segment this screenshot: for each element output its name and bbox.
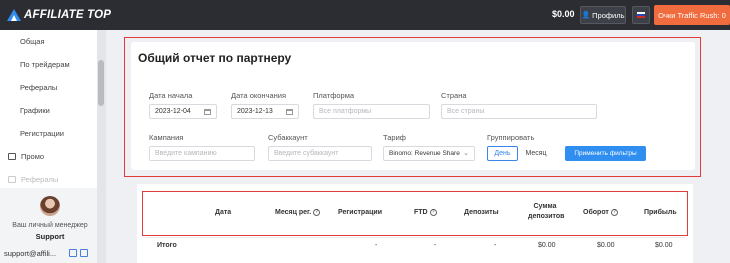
- manager-label: Ваш личный менеджер: [12, 222, 88, 229]
- calendar-icon: [286, 109, 293, 115]
- tariff-value: Binomo: Revenue Share: [389, 150, 460, 157]
- sidebar-item-charts[interactable]: Графики: [20, 106, 50, 115]
- page-title: Общий отчет по партнеру: [138, 51, 292, 65]
- avatar: [40, 196, 60, 216]
- faded-icon: [8, 176, 16, 183]
- traffic-rush-button[interactable]: Очки Traffic Rush: 0: [654, 5, 730, 25]
- flag-ru-icon: [637, 12, 645, 18]
- start-date-label: Дата начала: [149, 91, 193, 100]
- column-header-registrations[interactable]: Регистрации: [338, 209, 382, 216]
- total-row-label: Итого: [157, 242, 177, 249]
- help-icon[interactable]: ?: [429, 209, 437, 216]
- total-turnover: $0.00: [597, 242, 615, 249]
- end-date-input[interactable]: 2023-12-13: [231, 104, 299, 119]
- platform-label: Платформа: [313, 91, 355, 100]
- column-header-deposits[interactable]: Депозиты: [464, 209, 499, 216]
- balance: $0.00: [552, 9, 575, 19]
- column-header-ftd[interactable]: FTD?: [414, 209, 437, 216]
- column-header-deposits-label: Депозиты: [464, 209, 499, 216]
- start-date-input[interactable]: 2023-12-04: [149, 104, 217, 119]
- total-registrations: -: [375, 242, 378, 249]
- help-icon[interactable]: ?: [313, 209, 321, 216]
- column-header-registrations-label: Регистрации: [338, 209, 383, 216]
- profile-label: Профиль: [592, 10, 625, 20]
- end-date-value: 2023-12-13: [237, 108, 273, 115]
- calendar-icon: [204, 109, 211, 115]
- platform-placeholder: Все платформы: [319, 108, 372, 115]
- column-header-date[interactable]: Дата: [215, 209, 231, 216]
- chevron-down-icon: ⌄: [463, 150, 469, 157]
- tariff-label: Тариф: [383, 133, 406, 142]
- column-header-profit-label: Прибыль: [644, 209, 677, 216]
- sidebar-scrollbar[interactable]: [98, 60, 104, 106]
- column-header-deposit-sum-line2: депозитов: [528, 213, 565, 220]
- faded-label: Рефералы: [21, 175, 59, 184]
- logo-triangle-icon: [6, 8, 22, 22]
- column-header-turnover-label: Оборот: [583, 209, 609, 216]
- column-header-reg-month[interactable]: Месяц рег.?: [275, 209, 321, 216]
- language-button[interactable]: [632, 6, 650, 24]
- column-header-ftd-label: FTD: [414, 209, 428, 216]
- total-profit: $0.00: [655, 242, 673, 249]
- image-icon: [8, 153, 16, 160]
- mail-icon[interactable]: [80, 249, 88, 257]
- subaccount-label: Субаккаунт: [268, 133, 308, 142]
- group-month-button[interactable]: Месяц: [518, 146, 554, 161]
- logo-text: AFFILIATE TOP: [24, 9, 112, 21]
- total-ftd: -: [434, 242, 437, 249]
- promo-label: Промо: [21, 152, 45, 161]
- column-header-deposit-sum[interactable]: Сумма депозитов: [528, 203, 565, 220]
- sidebar-item-general[interactable]: Общая: [20, 37, 45, 46]
- subaccount-placeholder: Введите субаккаунт: [274, 150, 339, 157]
- total-deposits: -: [494, 242, 497, 249]
- end-date-label: Дата окончания: [231, 91, 287, 100]
- start-date-value: 2023-12-04: [155, 108, 191, 115]
- sidebar-item-promo[interactable]: Промо: [8, 152, 44, 161]
- sidebar-item-referrals-faded[interactable]: Рефералы: [8, 175, 58, 184]
- sidebar-item-by-traders[interactable]: По трейдерам: [20, 60, 70, 69]
- manager-email: support@affili...: [4, 249, 57, 258]
- column-header-deposit-sum-line1: Сумма: [533, 203, 557, 210]
- column-header-date-label: Дата: [215, 209, 232, 216]
- profile-button[interactable]: 👤 Профиль: [580, 6, 626, 24]
- group-label: Группировать: [487, 133, 535, 142]
- user-icon: 👤: [581, 12, 591, 19]
- campaign-label: Кампания: [149, 133, 184, 142]
- platform-select[interactable]: Все платформы: [313, 104, 430, 119]
- country-select[interactable]: Все страны: [441, 104, 597, 119]
- logo[interactable]: AFFILIATE TOP: [6, 6, 111, 24]
- column-header-reg-month-label: Месяц рег.: [275, 209, 312, 216]
- row-divider: [145, 237, 685, 238]
- column-header-profit[interactable]: Прибыль: [644, 209, 677, 216]
- apply-filters-button[interactable]: Применить фильтры: [565, 146, 646, 161]
- help-icon[interactable]: ?: [610, 209, 618, 216]
- total-deposit-sum: $0.00: [538, 242, 556, 249]
- campaign-placeholder: Введите кампанию: [155, 150, 217, 157]
- sidebar-item-registrations[interactable]: Регистрации: [20, 129, 64, 138]
- copy-icon[interactable]: [69, 249, 77, 257]
- subaccount-input[interactable]: Введите субаккаунт: [268, 146, 372, 161]
- manager-name: Support: [35, 232, 65, 241]
- group-day-button[interactable]: День: [487, 146, 518, 161]
- sidebar-item-referrals[interactable]: Рефералы: [20, 83, 57, 92]
- tariff-select[interactable]: Binomo: Revenue Share ⌄: [383, 146, 475, 161]
- column-header-turnover[interactable]: Оборот?: [583, 209, 618, 216]
- campaign-input[interactable]: Введите кампанию: [149, 146, 255, 161]
- country-label: Страна: [441, 91, 467, 100]
- country-placeholder: Все страны: [447, 108, 485, 115]
